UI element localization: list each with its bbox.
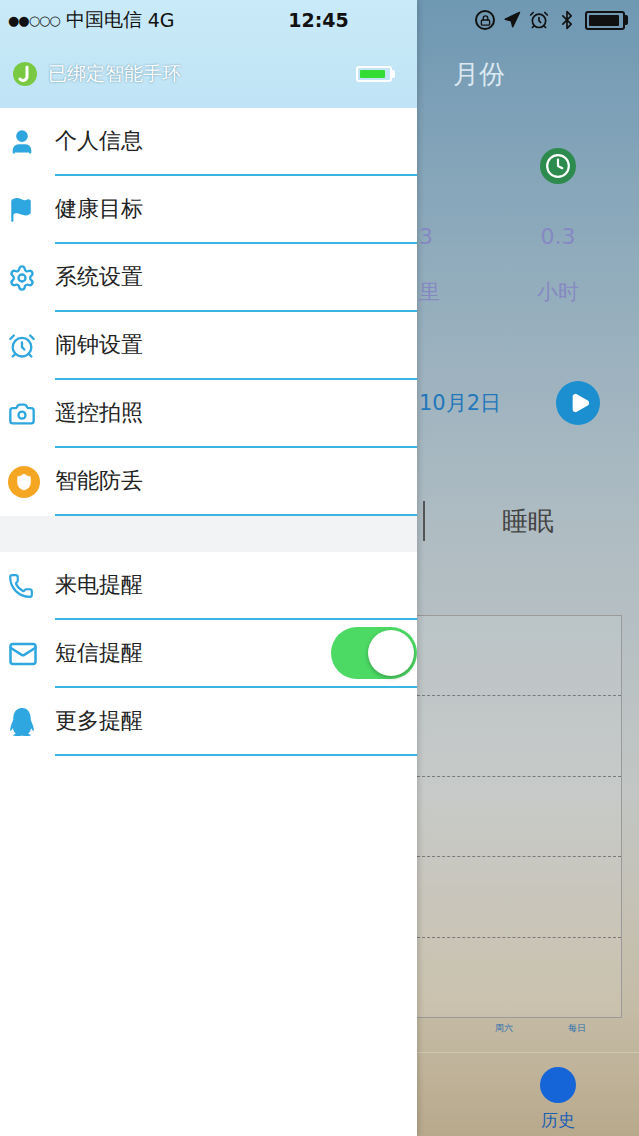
menu-section: 个人信息健康目标系统设置闹钟设置遥控拍照智能防丢 — [0, 108, 417, 516]
status-battery-icon — [585, 11, 625, 30]
menu-label-cell: 闹钟设置 — [55, 312, 417, 380]
menu-row[interactable]: 个人信息 — [0, 108, 417, 176]
mail-icon — [8, 639, 38, 669]
menu-label: 健康目标 — [55, 194, 143, 224]
menu-label-cell: 健康目标 — [55, 176, 417, 244]
menu-icon-cell — [0, 244, 55, 312]
screen: ●●○○○中国电信4G12:45已绑定智能手环个人信息健康目标系统设置闹钟设置遥… — [0, 0, 639, 1136]
flag-icon — [8, 197, 34, 223]
menu-label-cell: 更多提醒 — [55, 688, 417, 756]
main-page: 月份 3 0.3 里 小时 10月2日睡眠周六每日历史 — [417, 0, 639, 1136]
chart-axis: 周六每日 — [417, 1022, 639, 1036]
chart-gridline — [417, 616, 621, 696]
menu-icon-cell — [0, 380, 55, 448]
tab-divider — [423, 501, 425, 541]
bluetooth-icon — [557, 10, 577, 30]
menu-row[interactable]: 闹钟设置 — [0, 312, 417, 380]
menu-icon-cell — [0, 312, 55, 380]
menu-icon-cell — [0, 620, 55, 688]
stat-unit: 里 — [417, 278, 440, 306]
signal-strength: ●●○○○ — [8, 13, 60, 28]
rotation-lock-icon — [475, 10, 495, 30]
battery-fill — [360, 70, 385, 78]
chart-gridline — [417, 696, 621, 776]
menu-row[interactable]: 健康目标 — [0, 176, 417, 244]
menu-label: 更多提醒 — [55, 706, 143, 736]
menu-label: 智能防丢 — [55, 466, 143, 496]
section-gap — [0, 516, 417, 552]
menu-label: 遥控拍照 — [55, 398, 143, 428]
menu-row[interactable]: 更多提醒 — [0, 688, 417, 756]
menu-label: 系统设置 — [55, 262, 143, 292]
camera-icon — [8, 400, 36, 428]
menu-label: 个人信息 — [55, 126, 143, 156]
carrier: 中国电信 — [66, 7, 142, 33]
gear-icon — [8, 264, 36, 292]
network-type: 4G — [148, 9, 175, 31]
play-button[interactable] — [556, 381, 600, 425]
chart-gridline — [417, 777, 621, 857]
qq-icon — [8, 708, 36, 736]
menu-row[interactable]: 智能防丢 — [0, 448, 417, 516]
axis-label: 每日 — [540, 1022, 613, 1036]
play-icon — [569, 392, 591, 414]
bottom-tab-bar: 历史 — [417, 1052, 639, 1136]
clock-icon — [540, 148, 576, 184]
tab[interactable]: 睡眠 — [502, 504, 554, 539]
axis-label: 周六 — [467, 1022, 540, 1036]
menu-label-cell: 遥控拍照 — [55, 380, 417, 448]
shield-icon — [8, 466, 40, 498]
menu-label-cell: 智能防丢 — [55, 448, 417, 516]
menu-icon-cell — [0, 176, 55, 244]
chart-gridline — [417, 938, 621, 1017]
toggle-knob — [368, 630, 414, 676]
chart — [417, 615, 622, 1018]
band-status: 已绑定智能手环 — [48, 61, 346, 87]
toggle-switch[interactable] — [331, 627, 417, 679]
menu-label: 短信提醒 — [55, 638, 143, 668]
stat-unit: 小时 — [537, 278, 579, 306]
menu-label-cell: 个人信息 — [55, 108, 417, 176]
alarm-clock-icon — [8, 332, 36, 360]
phone-icon — [8, 573, 34, 599]
menu-icon-cell — [0, 448, 55, 516]
status-bar: ●●○○○ 中国电信 4G 12:45 — [0, 0, 639, 40]
page-title: 月份 — [417, 40, 639, 108]
menu-label-cell: 短信提醒 — [55, 620, 417, 688]
drawer-header: 已绑定智能手环 — [0, 0, 417, 108]
menu-icon-cell — [0, 552, 55, 620]
menu-label: 来电提醒 — [55, 570, 143, 600]
menu-label-cell: 系统设置 — [55, 244, 417, 312]
menu-section: 来电提醒短信提醒更多提醒 — [0, 552, 417, 756]
menu-row[interactable]: 来电提醒 — [0, 552, 417, 620]
band-battery-icon — [356, 66, 392, 82]
tabs: 睡眠 — [417, 500, 639, 542]
menu-row[interactable]: 遥控拍照 — [0, 380, 417, 448]
menu-label-cell: 来电提醒 — [55, 552, 417, 620]
location-icon — [503, 11, 521, 29]
menu-row[interactable]: 系统设置 — [0, 244, 417, 312]
stat-value: 3 — [417, 224, 433, 249]
alarm-icon — [529, 10, 549, 30]
date-label: 10月2日 — [417, 389, 501, 417]
history-tab-label[interactable]: 历史 — [541, 1109, 575, 1132]
menu-row[interactable]: 短信提醒 — [0, 620, 417, 688]
history-tab-icon[interactable] — [540, 1067, 576, 1103]
chart-gridline — [417, 857, 621, 937]
stat-value: 0.3 — [541, 224, 576, 249]
side-drawer: 已绑定智能手环个人信息健康目标系统设置闹钟设置遥控拍照智能防丢来电提醒短信提醒更… — [0, 0, 417, 1136]
date-row: 10月2日 — [417, 380, 639, 426]
menu-icon-cell — [0, 108, 55, 176]
status-time: 12:45 — [288, 9, 348, 31]
battery-fill — [589, 15, 619, 26]
menu-icon-cell — [0, 688, 55, 756]
person-icon — [8, 128, 36, 156]
menu-label: 闹钟设置 — [55, 330, 143, 360]
band-logo-icon — [12, 61, 38, 87]
